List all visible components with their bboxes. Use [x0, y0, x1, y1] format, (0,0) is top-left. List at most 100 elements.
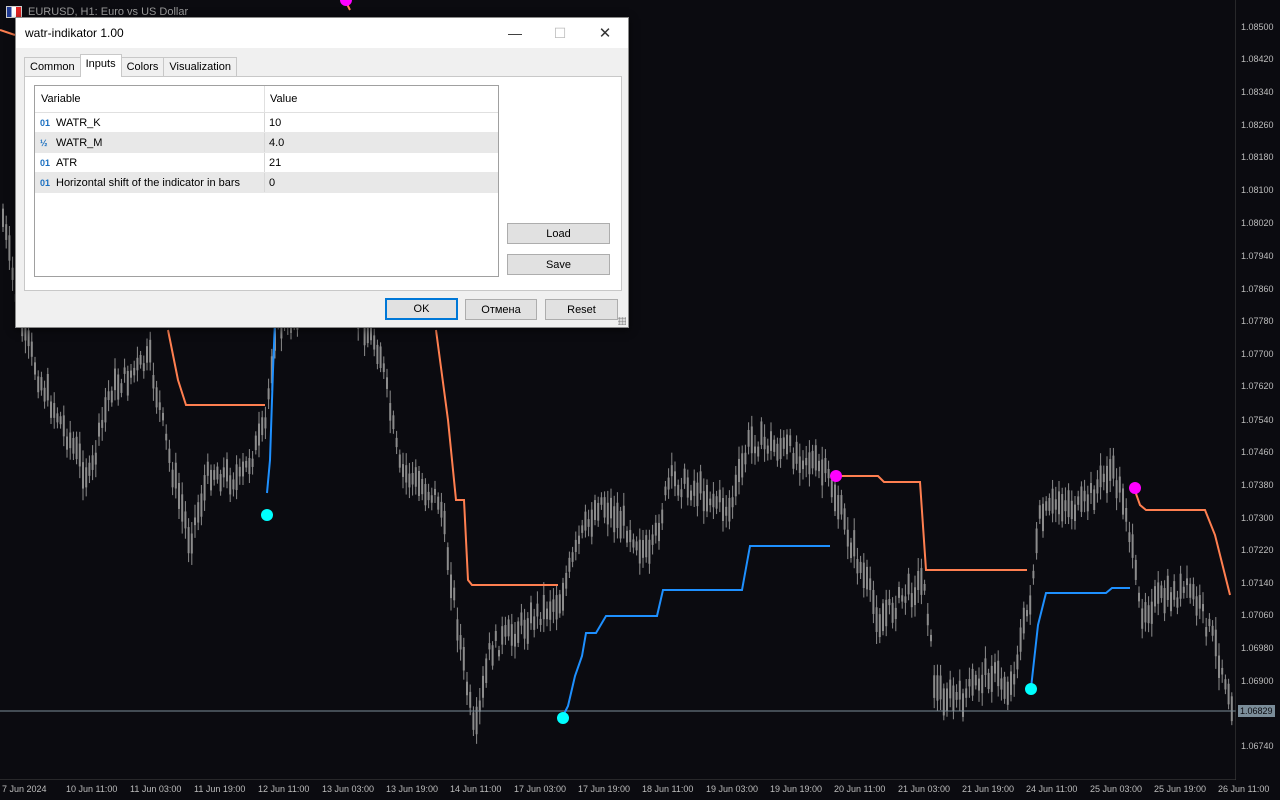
candle-body: [600, 497, 603, 505]
candle-body: [200, 493, 203, 517]
candle-body: [261, 417, 264, 436]
price-axis[interactable]: 1.06829 1.08500 1.08420 1.08340 1.08260 1.08…: [1236, 0, 1280, 800]
time-tick-label: 17 Jun 19:00: [578, 784, 631, 794]
candle-body: [990, 665, 993, 692]
candle-body: [1115, 480, 1118, 499]
candle-body: [482, 675, 484, 698]
tab-inputs[interactable]: Inputs: [79, 54, 122, 77]
value-field[interactable]: 0: [265, 177, 275, 189]
candle-body: [725, 506, 728, 516]
save-button[interactable]: Save: [507, 254, 610, 275]
candle-body: [523, 619, 526, 639]
price-tick-label: 1.06740: [1241, 741, 1274, 751]
candle-body: [430, 495, 433, 503]
minimize-button[interactable]: —: [492, 18, 538, 48]
value-field[interactable]: 10: [265, 117, 281, 129]
column-header-value[interactable]: Value: [265, 86, 297, 112]
candle-body: [616, 502, 619, 528]
time-tick-label: 10 Jun 11:00: [66, 784, 118, 794]
candle-body: [1019, 627, 1022, 652]
candle-body: [763, 436, 766, 450]
ok-button[interactable]: OK: [385, 298, 458, 320]
cancel-button[interactable]: Отмена: [465, 299, 537, 320]
tab-colors[interactable]: Colors: [120, 57, 165, 77]
close-button[interactable]: ✕: [582, 18, 628, 48]
column-header-variable[interactable]: Variable: [35, 86, 265, 112]
table-row[interactable]: 01 ATR 21: [35, 153, 498, 173]
candle-body: [590, 509, 593, 537]
candle-body: [965, 688, 968, 698]
candle-body: [795, 441, 798, 464]
candle-body: [626, 530, 628, 543]
candle-body: [581, 525, 584, 533]
candle-body: [245, 460, 248, 468]
candle-body: [1054, 499, 1057, 510]
table-row[interactable]: 01 WATR_K 10: [35, 113, 498, 133]
candle-body: [53, 403, 56, 418]
candle-body: [174, 462, 177, 489]
variable-name: WATR_K: [56, 116, 101, 129]
candle-body: [744, 452, 747, 465]
candle-body: [811, 450, 814, 469]
price-tick-label: 1.08020: [1241, 218, 1274, 228]
candle-body: [504, 625, 507, 637]
candle-body: [501, 626, 504, 645]
value-field[interactable]: 21: [265, 157, 281, 169]
tab-visualization[interactable]: Visualization: [163, 57, 237, 77]
candle-body: [1061, 494, 1064, 522]
tab-common[interactable]: Common: [24, 57, 81, 77]
candle-body: [472, 712, 475, 730]
candle-body: [373, 335, 376, 350]
candle-body: [494, 631, 497, 642]
candle-body: [904, 596, 907, 603]
price-tick-label: 1.08420: [1241, 54, 1274, 64]
candle-body: [1035, 528, 1038, 554]
candle-body: [984, 658, 987, 676]
candle-body: [1202, 604, 1204, 612]
candle-body: [110, 390, 113, 403]
candle-body: [402, 464, 404, 477]
candle-body: [517, 621, 520, 643]
candle-body: [1058, 491, 1060, 515]
candle-body: [952, 685, 955, 712]
candle-body: [859, 561, 862, 573]
dialog-titlebar[interactable]: watr-indikator 1.00 — ☐ ✕: [16, 18, 628, 48]
table-row[interactable]: ½ WATR_M 4.0: [35, 133, 498, 153]
table-row[interactable]: 01 Horizontal shift of the indicator in b…: [35, 173, 498, 193]
candle-body: [1102, 473, 1105, 483]
price-tick-label: 1.07780: [1241, 316, 1274, 326]
candle-body: [98, 422, 100, 437]
candle-body: [238, 466, 241, 477]
candle-body: [5, 224, 8, 240]
candle-body: [1026, 610, 1028, 617]
candle-body: [104, 397, 107, 423]
candle-body: [248, 458, 251, 475]
candle-body: [1042, 503, 1044, 532]
candle-body: [776, 443, 779, 461]
candle-body: [664, 486, 667, 496]
candle-body: [533, 616, 536, 630]
candle-body: [450, 574, 452, 599]
time-axis[interactable]: 7 Jun 2024 10 Jun 11:00 11 Jun 03:00 11 Jun…: [0, 780, 1269, 800]
candle-body: [414, 467, 417, 487]
time-tick-label: 25 Jun 19:00: [1154, 784, 1207, 794]
buy-signal-marker: [557, 712, 569, 724]
resize-grip-icon[interactable]: [618, 317, 626, 325]
candle-body: [117, 374, 120, 400]
candle-body: [1138, 592, 1140, 602]
candle-body: [37, 376, 40, 393]
candle-body: [520, 612, 523, 626]
candle-body: [392, 415, 395, 430]
reset-button[interactable]: Reset: [545, 299, 618, 320]
candle-body: [267, 388, 270, 400]
candle-body: [219, 474, 222, 492]
buy-signal-marker: [1025, 683, 1037, 695]
candle-body: [155, 387, 158, 408]
value-field[interactable]: 4.0: [265, 137, 284, 149]
candle-body: [971, 668, 974, 696]
load-button[interactable]: Load: [507, 223, 610, 244]
candle-body: [920, 567, 923, 595]
candle-body: [693, 480, 696, 496]
candle-body: [75, 436, 78, 460]
candle-body: [738, 458, 740, 483]
